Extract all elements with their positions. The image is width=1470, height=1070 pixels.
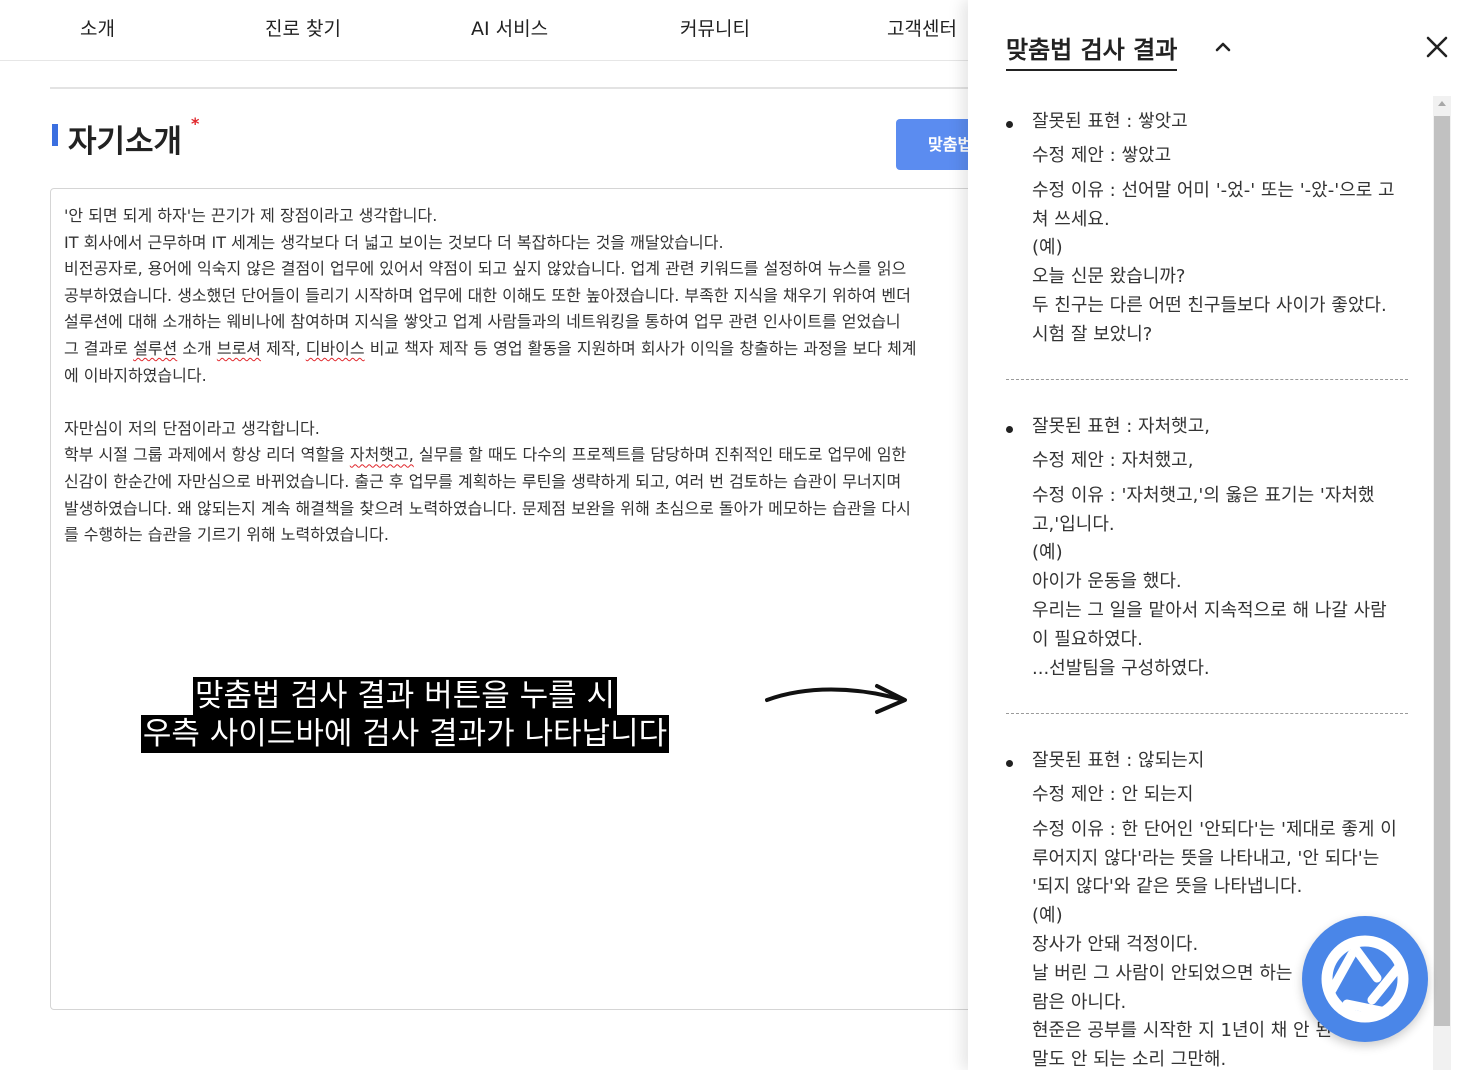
bullet-icon (1006, 426, 1013, 433)
example-line: 이 필요하였다. (1032, 628, 1143, 650)
nav-intro[interactable]: 소개 (80, 14, 115, 41)
example-line: 시험 잘 보았니? (1032, 323, 1153, 345)
result-lines: 잘못된 표현 : 쌓앗고수정 제안 : 쌓았고수정 이유 : 선어말 어미 '-… (1032, 108, 1408, 350)
spellcheck-sidebar: 맞춤법 검사 결과 잘못된 표현 : 쌓앗고수정 제안 : 쌓았고수정 이유 :… (968, 0, 1470, 1070)
essay-text-segment: IT 회사에서 근무하며 IT 세계는 생각보다 더 넓고 보이는 것보다 더 … (64, 232, 724, 252)
essay-line: 신감이 한순간에 자만심으로 바뀌었습니다. 출근 후 업무를 계획하는 루틴을… (64, 469, 917, 496)
floating-shutter-button[interactable] (1302, 916, 1428, 1042)
essay-text-segment: 발생하였습니다. 왜 않되는지 계속 해결책을 찾으려 노력하였습니다. 문제점… (64, 498, 911, 518)
essay-text-segment: 신감이 한순간에 자만심으로 바뀌었습니다. 출근 후 업무를 계획하는 루틴을… (64, 471, 902, 491)
essay-text-segment: 설루션에 대해 소개하는 웨비나에 참여하며 지식을 쌓앗고 업계 사람들과의 … (64, 312, 901, 332)
example-line: 아이가 운동을 했다. (1032, 571, 1182, 593)
essay-line: 그 결과로 설루션 소개 브로셔 제작, 디바이스 비교 책자 제작 등 영업 … (64, 336, 917, 363)
example-line: (예) (1032, 542, 1063, 564)
essay-textarea[interactable]: '안 되면 되게 하자'는 끈기가 제 장점이라고 생각합니다. IT 회사에서 … (50, 188, 990, 1010)
result-lines: 잘못된 표현 : 자처햇고, 수정 제안 : 자처했고, 수정 이유 : '자처햇고… (1032, 413, 1408, 683)
shutter-icon (1321, 935, 1409, 1023)
essay-text-segment: 학부 시절 그룹 과제에서 항상 리더 역할을 (64, 445, 350, 465)
correction-reason: 수정 이유 : 한 단어인 '안되다'는 '제대로 좋게 이 (1032, 818, 1397, 840)
correction-reason: 수정 이유 : 선어말 어미 '-었-' 또는 '-았-'으로 고 (1032, 179, 1395, 201)
correction-reason: 수정 이유 : '자처햇고,'의 옳은 표기는 '자처했 (1032, 484, 1375, 506)
chevron-up-icon[interactable] (1212, 36, 1234, 58)
example-line: 말도 안 되는 소리 그만해. (1032, 1049, 1227, 1070)
wrong-expression: 잘못된 표현 : 않되는지 (1032, 750, 1205, 771)
essay-text-segment: 비교 책자 제작 등 영업 활동을 지원하며 회사가 이익을 창출하는 과정을 … (364, 338, 917, 358)
result-divider (1006, 379, 1408, 380)
bullet-icon (1006, 760, 1013, 767)
example-line: 우리는 그 일을 맡아서 지속적으로 해 나갈 사람 (1032, 599, 1387, 621)
essay-line: 에 이바지하였습니다. (64, 363, 917, 390)
result-divider (1006, 713, 1408, 714)
example-line: 오늘 신문 왔습니까? (1032, 266, 1186, 288)
sidebar-scrollbar[interactable] (1433, 96, 1451, 1070)
essay-line: 설루션에 대해 소개하는 웨비나에 참여하며 지식을 쌓앗고 업계 사람들과의 … (64, 309, 917, 336)
example-line: (예) (1032, 237, 1063, 259)
caption-line-1-wrap: 맞춤법 검사 결과 버튼을 누를 시 (0, 677, 810, 715)
caption-line-2-wrap: 우측 사이드바에 검사 결과가 나타납니다 (0, 715, 810, 753)
nav-support[interactable]: 고객센터 (887, 14, 957, 41)
caption-line-2: 우측 사이드바에 검사 결과가 나타납니다 (140, 715, 670, 753)
correction-reason: 쳐 쓰세요. (1032, 208, 1110, 230)
heading-accent-bar (52, 124, 58, 146)
wrong-expression: 잘못된 표현 : 자처햇고, (1032, 416, 1210, 437)
essay-text-segment: 소개 (177, 338, 217, 358)
essay-text-segment: 에 이바지하였습니다. (64, 365, 207, 385)
nav-career[interactable]: 진로 찾기 (265, 14, 341, 41)
misspelled-word: 설루션 (133, 338, 178, 358)
scrollbar-thumb[interactable] (1434, 116, 1450, 1026)
suggested-correction: 수정 제안 : 자처했고, (1032, 450, 1194, 472)
correction-reason: '되지 않다'와 같은 뜻을 나타냅니다. (1032, 876, 1303, 898)
top-nav: 소개 진로 찾기 AI 서비스 커뮤니티 고객센터 (0, 0, 968, 61)
nav-community[interactable]: 커뮤니티 (680, 14, 750, 41)
suggested-correction: 수정 제안 : 안 되는지 (1032, 784, 1194, 806)
correction-reason: 루어지지 않다'라는 뜻을 나타내고, '안 되다'는 (1032, 847, 1380, 869)
bullet-icon (1006, 121, 1013, 128)
essay-line: 자만심이 저의 단점이라고 생각합니다. (64, 416, 917, 443)
essay-text-segment: 공부하였습니다. 생소했던 단어들이 들리기 시작하며 업무에 대한 이해도 또… (64, 285, 911, 305)
required-mark: * (191, 114, 200, 133)
essay-text-segment: 를 수행하는 습관을 기르기 위해 노력하였습니다. (64, 525, 389, 545)
essay-line: IT 회사에서 근무하며 IT 세계는 생각보다 더 넓고 보이는 것보다 더 … (64, 230, 917, 257)
correction-reason: 고,'입니다. (1032, 513, 1115, 535)
misspelled-word: 브로셔 (216, 338, 262, 358)
essay-line: 를 수행하는 습관을 기르기 위해 노력하였습니다. (64, 522, 917, 549)
example-line: ...선발팀을 구성하였다. (1032, 657, 1210, 679)
section-divider (50, 87, 968, 89)
essay-text-segment: 그 결과로 (64, 338, 134, 358)
caption-line-1: 맞춤법 검사 결과 버튼을 누를 시 (192, 677, 618, 715)
essay-text: '안 되면 되게 하자'는 끈기가 제 장점이라고 생각합니다. IT 회사에서 … (64, 203, 917, 549)
section-title: 자기소개 (68, 124, 183, 160)
misspelled-word: 자처햇고, (349, 445, 414, 465)
essay-text-segment: 실무를 할 때도 다수의 프로젝트를 담당하며 진취적인 태도로 업무에 임한 (413, 445, 907, 465)
close-icon[interactable] (1424, 34, 1450, 60)
essay-text-segment: 자만심이 저의 단점이라고 생각합니다. (64, 418, 320, 438)
sidebar-title: 맞춤법 검사 결과 (1006, 30, 1178, 71)
example-line: 두 친구는 다른 어떤 친구들보다 사이가 좋았다. (1032, 294, 1387, 316)
arrow-right-icon (765, 684, 907, 714)
wrong-expression: 잘못된 표현 : 쌓앗고 (1032, 111, 1188, 132)
essay-text-segment: '안 되면 되게 하자'는 끈기가 제 장점이라고 생각합니다. (64, 206, 438, 225)
essay-line: 비전공자로, 용어에 익숙지 않은 결점이 업무에 있어서 약점이 되고 싶지 … (64, 256, 917, 283)
essay-line: 공부하였습니다. 생소했던 단어들이 들리기 시작하며 업무에 대한 이해도 또… (64, 283, 917, 310)
essay-line (64, 389, 917, 416)
essay-line: 발생하였습니다. 왜 않되는지 계속 해결책을 찾으려 노력하였습니다. 문제점… (64, 496, 917, 523)
essay-text-segment: 비전공자로, 용어에 익숙지 않은 결점이 업무에 있어서 약점이 되고 싶지 … (64, 259, 907, 279)
misspelled-word: 디바이스 (305, 338, 365, 358)
suggested-correction: 수정 제안 : 쌓았고 (1032, 145, 1172, 167)
essay-line: '안 되면 되게 하자'는 끈기가 제 장점이라고 생각합니다. (64, 203, 917, 230)
scroll-up-icon[interactable] (1438, 101, 1446, 106)
essay-text-segment: 제작, (261, 338, 306, 358)
essay-line: 학부 시절 그룹 과제에서 항상 리더 역할을 자처햇고, 실무를 할 때도 다… (64, 442, 917, 469)
nav-ai-service[interactable]: AI 서비스 (471, 14, 548, 41)
